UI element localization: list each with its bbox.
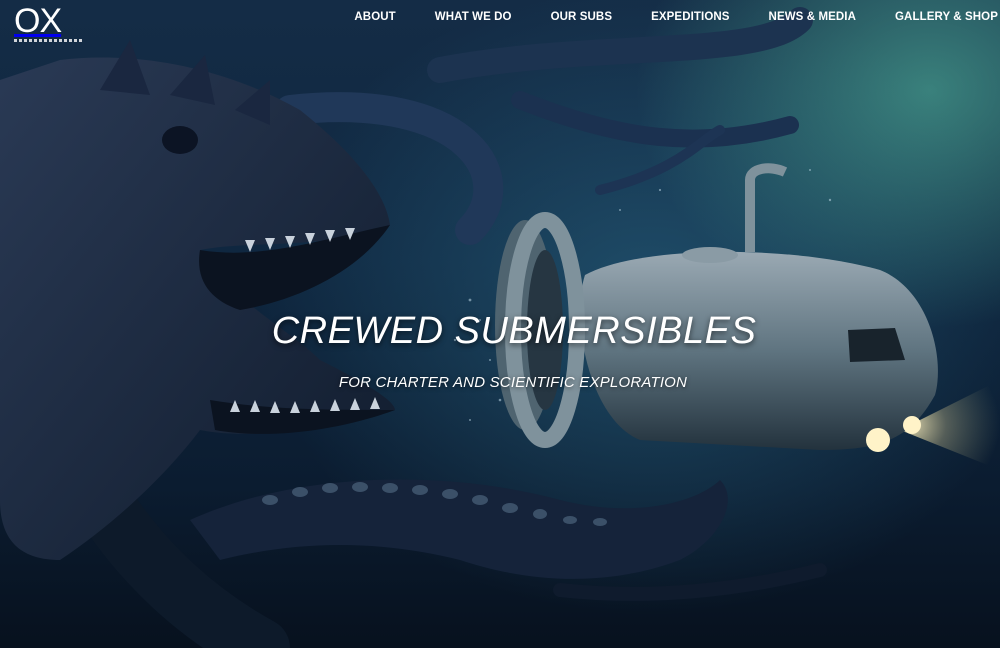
foreground-tentacle (190, 479, 827, 601)
hero-section: OX ABOUT WHAT WE DO OUR SUBS EXPEDITIONS… (0, 0, 1000, 648)
nav-item-our-subs[interactable]: OUR SUBS (551, 11, 613, 27)
hero-title: CREWED SUBMERSIBLES (271, 310, 757, 352)
nav-item-expeditions[interactable]: EXPEDITIONS (651, 11, 729, 27)
nav-item-what-we-do[interactable]: WHAT WE DO (435, 11, 512, 27)
nav-item-news-media[interactable]: NEWS & MEDIA (769, 11, 856, 27)
nav-item-about[interactable]: ABOUT (354, 11, 395, 27)
nav-item-gallery-shop[interactable]: GALLERY & SHOP (895, 11, 998, 27)
logo-mark: OX (14, 2, 62, 40)
brand-logo[interactable]: OX (14, 4, 88, 44)
hero-subtitle: FOR CHARTER AND SCIENTIFIC EXPLORATION (338, 374, 688, 391)
main-navigation: ABOUT WHAT WE DO OUR SUBS EXPEDITIONS NE… (354, 11, 1000, 27)
